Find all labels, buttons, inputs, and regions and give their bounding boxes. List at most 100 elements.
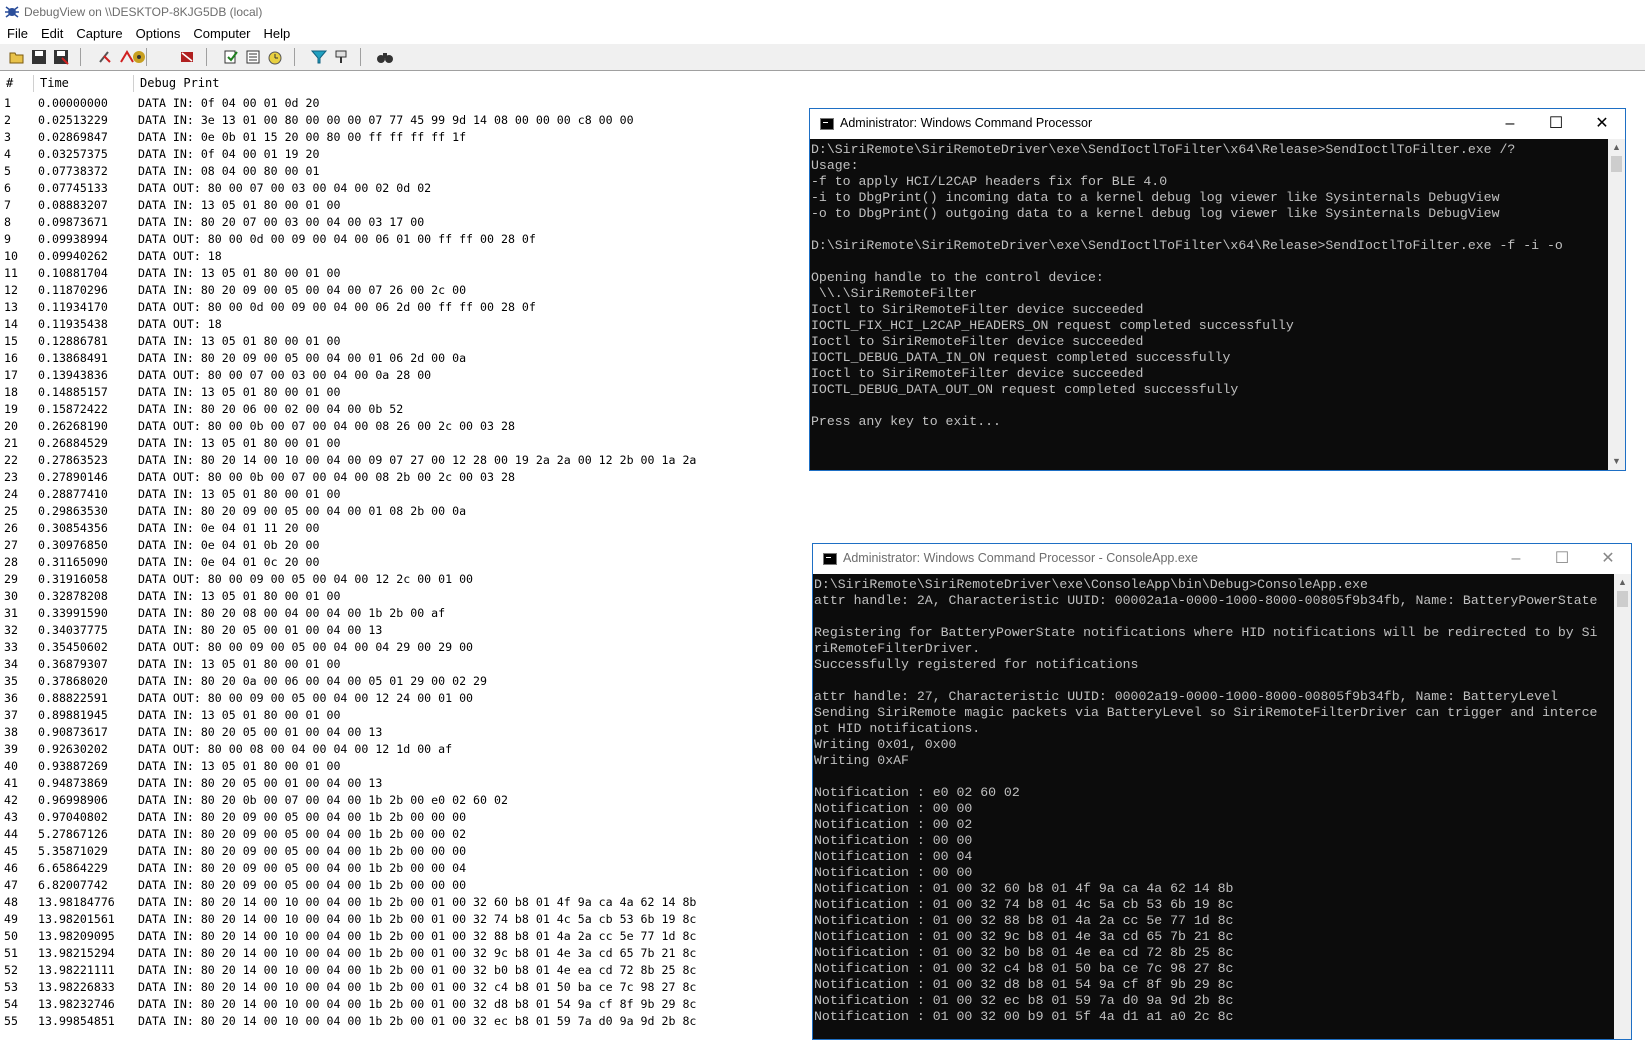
menu-file[interactable]: File [0,24,34,41]
close-button[interactable]: ✕ [1579,109,1625,139]
log-row[interactable]: 48 13.98184776 DATA IN: 80 20 14 00 10 00 … [0,894,800,911]
scroll-up-arrow-icon[interactable]: ▲ [1608,139,1625,156]
menu-edit[interactable]: Edit [34,24,69,41]
log-row[interactable]: 26 0.30854356 DATA IN: 0e 04 01 11 20 00 [0,520,800,537]
highlight-icon[interactable] [332,48,350,66]
log-row[interactable]: 29 0.31916058 DATA OUT: 80 00 09 00 05 00 … [0,571,800,588]
cmd-window-consoleapp[interactable]: Administrator: Windows Command Processor… [812,543,1632,1040]
column-header-number[interactable]: # [0,75,34,92]
log-row[interactable]: 39 0.92630202 DATA OUT: 80 00 08 00 04 00 … [0,741,800,758]
save-as-icon[interactable] [52,48,70,66]
log-row[interactable]: 49 13.98201561 DATA IN: 80 20 14 00 10 00 … [0,911,800,928]
log-row[interactable]: 44 5.27867126 DATA IN: 80 20 09 00 05 00 0… [0,826,800,843]
pass-through-icon[interactable] [222,48,240,66]
menu-computer[interactable]: Computer [186,24,256,41]
log-row[interactable]: 18 0.14885157 DATA IN: 13 05 01 80 00 01 0… [0,384,800,401]
log-row[interactable]: 47 6.82007742 DATA IN: 80 20 09 00 05 00 0… [0,877,800,894]
log-row[interactable]: 13 0.11934170 DATA OUT: 80 00 0d 00 09 00 … [0,299,800,316]
console-line: D:\SiriRemote\SiriRemoteDriver\exe\SendI… [811,238,1563,253]
log-row[interactable]: 14 0.11935438 DATA OUT: 18 [0,316,800,333]
log-row[interactable]: 21 0.26884529 DATA IN: 13 05 01 80 00 01 0… [0,435,800,452]
log-row[interactable]: 10 0.09940262 DATA OUT: 18 [0,248,800,265]
menu-options[interactable]: Options [129,24,187,41]
log-row[interactable]: 42 0.96998906 DATA IN: 80 20 0b 00 07 00 0… [0,792,800,809]
column-header-debug-print[interactable]: Debug Print [134,75,794,92]
log-row[interactable]: 46 6.65864229 DATA IN: 80 20 09 00 05 00 0… [0,860,800,877]
maximize-button[interactable]: ☐ [1539,544,1585,574]
log-row[interactable]: 33 0.35450602 DATA OUT: 80 00 09 00 05 00 … [0,639,800,656]
log-row[interactable]: 22 0.27863523 DATA IN: 80 20 14 00 10 00 0… [0,452,800,469]
clear-icon[interactable] [96,48,114,66]
log-row-time: 0.31916058 [38,572,108,586]
cmd-title-bar[interactable]: Administrator: Windows Command Processor… [810,109,1625,139]
log-row[interactable]: 19 0.15872422 DATA IN: 80 20 06 00 02 00 0… [0,401,800,418]
log-row[interactable]: 45 5.35871029 DATA IN: 80 20 09 00 05 00 0… [0,843,800,860]
scroll-down-arrow-icon[interactable]: ▼ [1608,453,1625,470]
log-row[interactable]: 35 0.37868020 DATA IN: 80 20 0a 00 06 00 0… [0,673,800,690]
menu-help[interactable]: Help [257,24,297,41]
log-row[interactable]: 38 0.90873617 DATA IN: 80 20 05 00 01 00 0… [0,724,800,741]
log-row[interactable]: 31 0.33991590 DATA IN: 80 20 08 00 04 00 0… [0,605,800,622]
log-row[interactable]: 7 0.08883207 DATA IN: 13 05 01 80 00 01 00 [0,197,800,214]
log-row[interactable]: 30 0.32878208 DATA IN: 13 05 01 80 00 01 0… [0,588,800,605]
open-icon[interactable] [8,48,26,66]
cmd-console-output[interactable]: D:\SiriRemote\SiriRemoteDriver\exe\Conso… [813,574,1614,1039]
log-row-message: DATA OUT: 80 00 0d 00 09 00 04 00 06 2d … [138,300,536,314]
autoscroll-icon[interactable] [244,48,262,66]
column-header-time[interactable]: Time [34,75,134,92]
log-row[interactable]: 40 0.93887269 DATA IN: 13 05 01 80 00 01 0… [0,758,800,775]
filter-icon[interactable] [310,48,328,66]
log-row[interactable]: 36 0.88822591 DATA OUT: 80 00 09 00 05 00 … [0,690,800,707]
log-row[interactable]: 53 13.98226833 DATA IN: 80 20 14 00 10 00 … [0,979,800,996]
log-row[interactable]: 16 0.13868491 DATA IN: 80 20 09 00 05 00 0… [0,350,800,367]
log-row[interactable]: 12 0.11870296 DATA IN: 80 20 09 00 05 00 0… [0,282,800,299]
log-row[interactable]: 9 0.09938994 DATA OUT: 80 00 0d 00 09 00 0… [0,231,800,248]
minimize-button[interactable]: – [1487,109,1533,139]
log-row[interactable]: 8 0.09873671 DATA IN: 80 20 07 00 03 00 04… [0,214,800,231]
save-icon[interactable] [30,48,48,66]
log-row[interactable]: 17 0.13943836 DATA OUT: 80 00 07 00 03 00 … [0,367,800,384]
log-row[interactable]: 4 0.03257375 DATA IN: 0f 04 00 01 19 20 [0,146,800,163]
console-line: IOCTL_DEBUG_DATA_IN_ON request completed… [811,350,1231,365]
log-row[interactable]: 11 0.10881704 DATA IN: 13 05 01 80 00 01 0… [0,265,800,282]
log-row[interactable]: 28 0.31165090 DATA IN: 0e 04 01 0c 20 00 [0,554,800,571]
cmd-window-sendioctl[interactable]: Administrator: Windows Command Processor… [809,108,1626,471]
scroll-thumb[interactable] [1611,156,1622,172]
scroll-thumb[interactable] [1617,591,1628,607]
cmd-scrollbar[interactable]: ▲ ▼ [1608,139,1625,470]
cmd-console-output[interactable]: D:\SiriRemote\SiriRemoteDriver\exe\SendI… [810,139,1608,470]
log-row[interactable]: 55 13.99854851 DATA IN: 80 20 14 00 10 00 … [0,1013,800,1030]
find-icon[interactable] [376,48,394,66]
minimize-button[interactable]: – [1493,544,1539,574]
capture-win32-icon[interactable] [130,48,148,66]
cmd-title-bar[interactable]: Administrator: Windows Command Processor… [813,544,1631,574]
timer-icon[interactable] [266,48,284,66]
cmd-scrollbar[interactable]: ▲ [1614,574,1631,1039]
log-row[interactable]: 52 13.98221111 DATA IN: 80 20 14 00 10 00 … [0,962,800,979]
log-row[interactable]: 24 0.28877410 DATA IN: 13 05 01 80 00 01 0… [0,486,800,503]
capture-kernel-icon[interactable] [178,48,196,66]
log-row[interactable]: 3 0.02869847 DATA IN: 0e 0b 01 15 20 00 80… [0,129,800,146]
log-row[interactable]: 20 0.26268190 DATA OUT: 80 00 0b 00 07 00 … [0,418,800,435]
log-row[interactable]: 15 0.12886781 DATA IN: 13 05 01 80 00 01 0… [0,333,800,350]
log-row[interactable]: 2 0.02513229 DATA IN: 3e 13 01 00 80 00 00… [0,112,800,129]
menu-capture[interactable]: Capture [69,24,128,41]
log-row[interactable]: 51 13.98215294 DATA IN: 80 20 14 00 10 00 … [0,945,800,962]
log-row[interactable]: 1 0.00000000 DATA IN: 0f 04 00 01 0d 20 [0,95,800,112]
log-row[interactable]: 54 13.98232746 DATA IN: 80 20 14 00 10 00 … [0,996,800,1013]
log-row[interactable]: 23 0.27890146 DATA OUT: 80 00 0b 00 07 00 … [0,469,800,486]
log-row[interactable]: 37 0.89881945 DATA IN: 13 05 01 80 00 01 0… [0,707,800,724]
close-button[interactable]: ✕ [1585,544,1631,574]
log-row[interactable]: 32 0.34037775 DATA IN: 80 20 05 00 01 00 0… [0,622,800,639]
log-row[interactable]: 43 0.97040802 DATA IN: 80 20 09 00 05 00 0… [0,809,800,826]
scroll-up-arrow-icon[interactable]: ▲ [1614,574,1631,591]
log-row[interactable]: 34 0.36879307 DATA IN: 13 05 01 80 00 01 0… [0,656,800,673]
log-row[interactable]: 5 0.07738372 DATA IN: 08 04 00 80 00 01 [0,163,800,180]
log-row[interactable]: 25 0.29863530 DATA IN: 80 20 09 00 05 00 0… [0,503,800,520]
log-row[interactable]: 50 13.98209095 DATA IN: 80 20 14 00 10 00 … [0,928,800,945]
log-row[interactable]: 6 0.07745133 DATA OUT: 80 00 07 00 03 00 0… [0,180,800,197]
log-row[interactable]: 41 0.94873869 DATA IN: 80 20 05 00 01 00 0… [0,775,800,792]
maximize-button[interactable]: ☐ [1533,109,1579,139]
log-row-number: 33 [4,640,18,654]
log-row[interactable]: 27 0.30976850 DATA IN: 0e 04 01 0b 20 00 [0,537,800,554]
